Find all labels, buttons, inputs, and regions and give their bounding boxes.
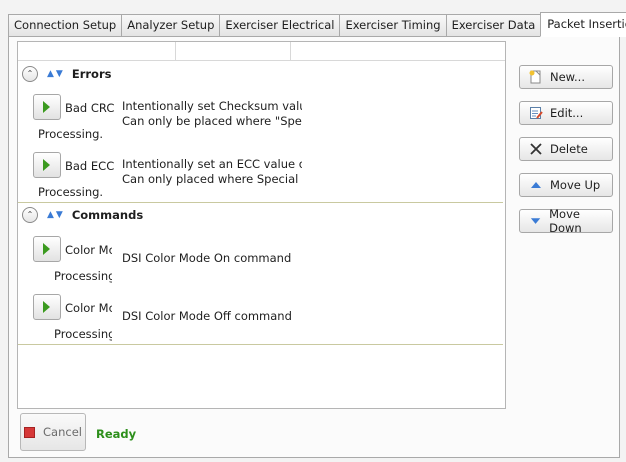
packet-insertion-page: ⌃ ▲▼ Errors Bad CRC Intentionally set Ch…: [8, 36, 620, 458]
item-description-line2: Can only placed where Special Inser: [122, 172, 302, 186]
tab-analyzer-setup[interactable]: Analyzer Setup: [121, 14, 220, 37]
play-button[interactable]: [33, 294, 61, 320]
play-icon: [43, 159, 50, 171]
play-button[interactable]: [33, 94, 61, 120]
column-header: [18, 42, 505, 61]
tab-exerciser-data[interactable]: Exerciser Data: [445, 14, 541, 37]
group-divider: [18, 202, 503, 203]
sort-arrows-icon[interactable]: ▲▼: [47, 69, 65, 79]
arrow-up-icon: [531, 182, 541, 188]
tab-packet-insertion[interactable]: Packet Insertion: [540, 12, 626, 37]
move-up-button[interactable]: Move Up: [519, 173, 613, 197]
tab-exerciser-electrical[interactable]: Exerciser Electrical: [219, 14, 340, 37]
new-button-label: New...: [550, 70, 585, 84]
group-name: Errors: [71, 67, 112, 81]
new-button[interactable]: New...: [519, 65, 613, 89]
item-description-line1: Intentionally set Checksum value to: [122, 99, 302, 113]
delete-button-label: Delete: [550, 142, 588, 156]
play-button[interactable]: [33, 236, 61, 262]
group-divider: [18, 344, 503, 345]
group-header-errors: ⌃ ▲▼ Errors: [22, 64, 111, 84]
play-icon: [43, 101, 50, 113]
stop-icon: [24, 426, 36, 438]
play-button[interactable]: [33, 152, 61, 178]
collapse-icon[interactable]: ⌃: [22, 66, 38, 82]
tab-exerciser-timing[interactable]: Exerciser Timing: [339, 14, 446, 37]
play-icon: [43, 243, 50, 255]
packet-list[interactable]: ⌃ ▲▼ Errors Bad CRC Intentionally set Ch…: [17, 41, 506, 409]
play-icon: [43, 301, 50, 313]
status-text: Ready: [96, 427, 137, 441]
tab-connection-setup[interactable]: Connection Setup: [8, 14, 122, 37]
edit-button-label: Edit...: [550, 106, 584, 120]
item-status: Processing.: [54, 269, 112, 283]
arrow-down-icon: [530, 218, 541, 224]
item-name: Color Mc: [65, 243, 112, 257]
edit-icon: [530, 107, 543, 119]
item-description: DSI Color Mode On command: [122, 251, 292, 265]
close-icon: [530, 143, 542, 155]
item-status: Processing...: [38, 185, 104, 199]
item-name: Bad CRC: [65, 101, 115, 115]
item-status: Processing...: [38, 127, 104, 141]
sort-arrows-icon[interactable]: ▲▼: [47, 210, 65, 220]
tab-strip: Connection Setup Analyzer Setup Exercise…: [8, 12, 626, 37]
collapse-icon[interactable]: ⌃: [22, 207, 38, 223]
group-name: Commands: [71, 208, 144, 222]
item-description: DSI Color Mode Off command: [122, 309, 292, 323]
group-header-commands: ⌃ ▲▼ Commands: [22, 205, 143, 225]
item-description-line1: Intentionally set an ECC value of 11I: [122, 157, 302, 171]
move-down-button-label: Move Down: [549, 207, 582, 235]
item-name: Bad ECC: [65, 159, 115, 173]
cancel-button[interactable]: Cancel: [20, 413, 86, 451]
item-description-line2: Can only be placed where "Special": [122, 114, 302, 128]
item-status: Processing.: [54, 327, 112, 341]
move-up-button-label: Move Up: [550, 178, 601, 192]
new-document-icon: [529, 70, 541, 84]
cancel-button-label: Cancel: [43, 425, 82, 439]
delete-button[interactable]: Delete: [519, 137, 613, 161]
item-name: Color Mc: [65, 301, 112, 315]
edit-button[interactable]: Edit...: [519, 101, 613, 125]
move-down-button[interactable]: Move Down: [519, 207, 613, 235]
